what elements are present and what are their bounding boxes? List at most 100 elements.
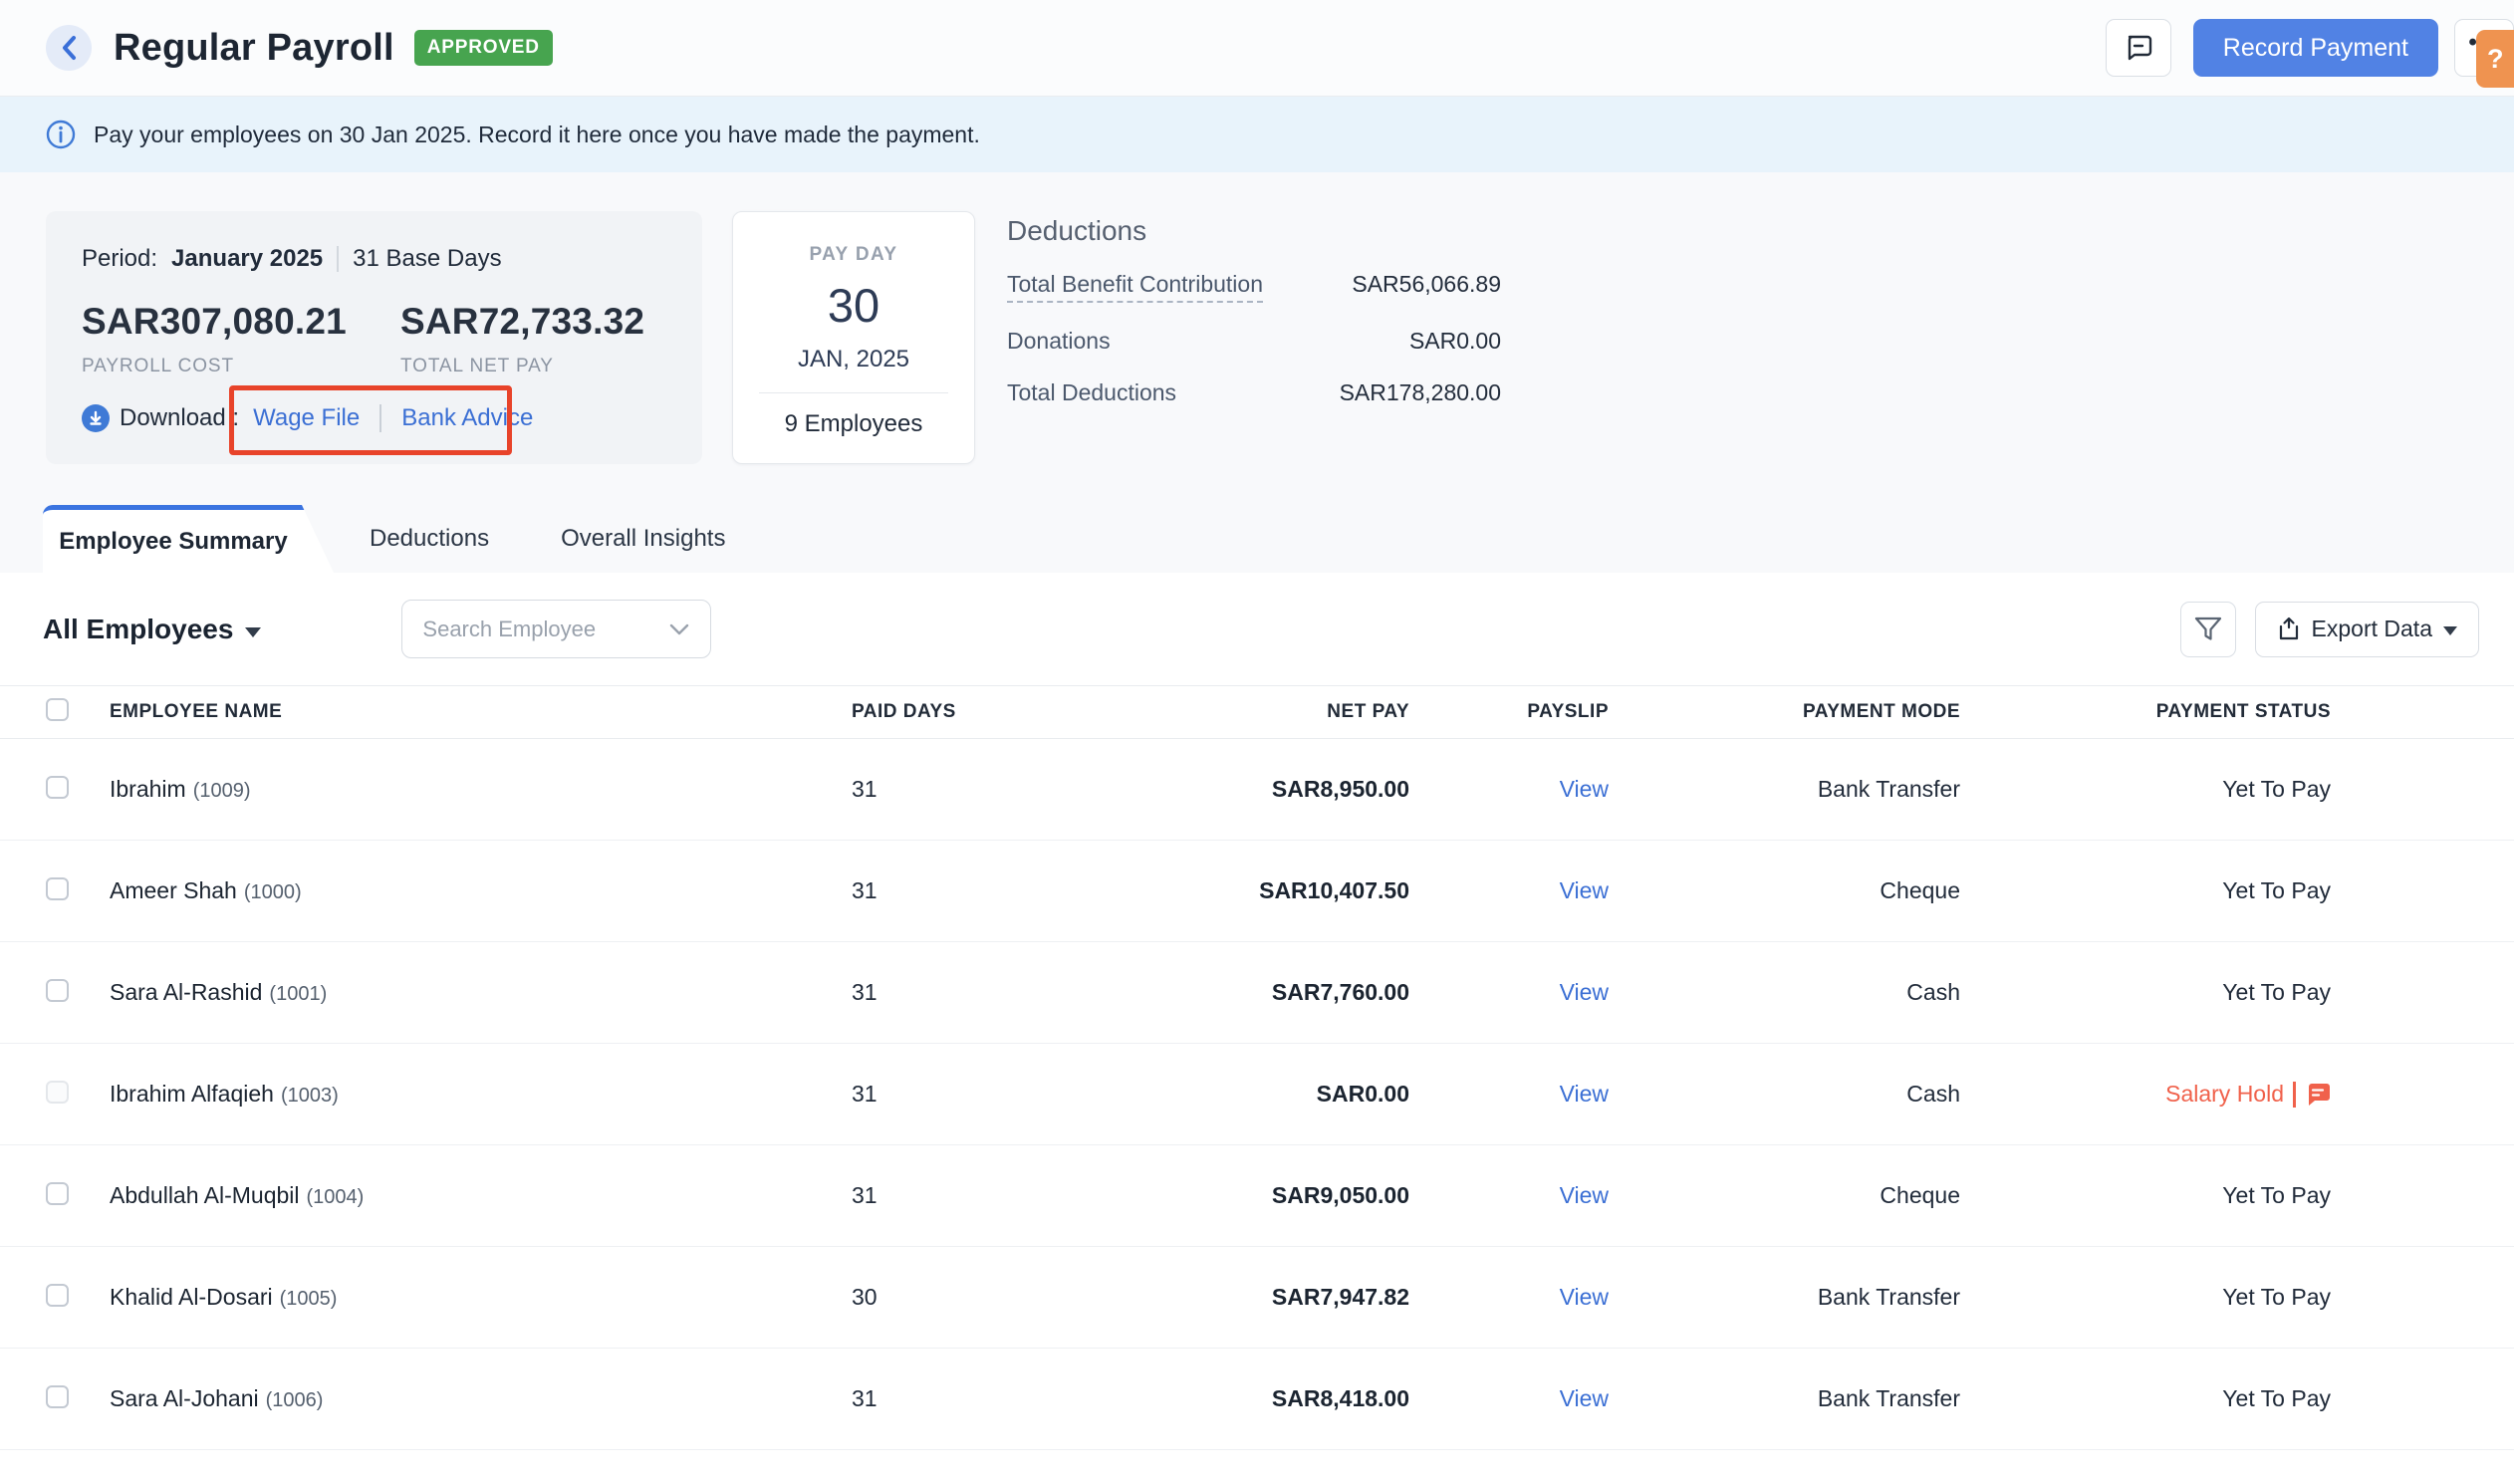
download-icon [82,404,110,432]
view-payslip-link[interactable]: View [1560,1081,1609,1107]
payday-card: PAY DAY 30 JAN, 2025 9 Employees [732,211,975,464]
help-button[interactable]: ? [2476,30,2514,88]
paid-days: 31 [852,1081,878,1107]
employee-name[interactable]: Khalid Al-Dosari [110,1284,273,1310]
bank-advice-link[interactable]: Bank Advice [401,404,533,432]
view-payslip-link[interactable]: View [1560,979,1609,1005]
employee-name[interactable]: Abdullah Al-Muqbil [110,1182,300,1208]
row-checkbox[interactable] [46,775,69,799]
salary-hold-label: Salary Hold [2165,1081,2284,1107]
base-days: 31 Base Days [353,245,502,272]
col-net-pay: NET PAY [1327,701,1409,722]
period-card: Period: January 2025 31 Base Days SAR307… [46,211,702,464]
employee-filter-dropdown[interactable]: All Employees [43,614,262,645]
download-label: Download : [120,404,240,431]
paid-days: 31 [852,776,878,802]
divider [2293,1081,2296,1108]
export-data-button[interactable]: Export Data [2254,601,2479,657]
deduction-row: Total Deductions SAR178,280.00 [1007,379,1501,406]
payment-mode: Cheque [1880,877,1960,903]
table-row: Sara Al-Johani (1006) 31 SAR8,418.00 View… [0,1349,2514,1450]
payroll-cost-label: PAYROLL COST [82,356,234,376]
col-employee-name: EMPLOYEE NAME [110,701,283,722]
payment-mode: Cheque [1880,1182,1960,1208]
net-pay: SAR7,760.00 [1271,979,1409,1005]
payday-month-year: JAN, 2025 [797,346,910,372]
view-payslip-link[interactable]: View [1560,1385,1609,1411]
paid-days: 31 [852,877,878,903]
payment-status-hold: Salary Hold [2165,1081,2331,1108]
payment-status: Yet To Pay [2222,877,2331,903]
view-payslip-link[interactable]: View [1560,776,1609,802]
salary-hold-comment-icon[interactable] [2305,1082,2331,1108]
payroll-cost-value: SAR307,080.21 [82,301,347,342]
deduction-value-total: SAR178,280.00 [1339,379,1501,405]
net-pay: SAR10,407.50 [1259,877,1409,903]
page-title: Regular Payroll [114,26,394,69]
col-payment-status: PAYMENT STATUS [2155,701,2331,722]
deduction-value-benefit: SAR56,066.89 [1352,271,1501,297]
funnel-icon [2194,617,2222,642]
row-checkbox[interactable] [46,1080,69,1104]
divider [337,246,340,272]
row-checkbox[interactable] [46,1384,69,1408]
payment-mode: Bank Transfer [1817,776,1960,802]
banner-text: Pay your employees on 30 Jan 2025. Recor… [94,121,980,147]
paid-days: 31 [852,1385,878,1411]
payment-mode: Cash [1906,979,1960,1005]
paid-days: 31 [852,1182,878,1208]
select-all-checkbox[interactable] [46,698,69,721]
table-row: Ameer Shah (1000) 31 SAR10,407.50 View Ch… [0,841,2514,942]
payment-status: Yet To Pay [2222,776,2331,802]
view-payslip-link[interactable]: View [1560,877,1609,903]
net-pay: SAR8,418.00 [1271,1385,1409,1411]
back-button[interactable] [46,25,92,71]
info-banner: Pay your employees on 30 Jan 2025. Recor… [0,97,2514,172]
deduction-label-benefit[interactable]: Total Benefit Contribution [1007,271,1263,303]
wage-file-link[interactable]: Wage File [253,404,360,432]
period-line: Period: January 2025 31 Base Days [82,245,666,273]
col-paid-days: PAID DAYS [852,701,956,722]
employee-name[interactable]: Ibrahim Alfaqieh [110,1081,274,1107]
payment-status: Yet To Pay [2222,1284,2331,1310]
employee-name[interactable]: Ibrahim [110,776,186,802]
employee-name[interactable]: Sara Al-Johani [110,1385,259,1411]
search-employee-select[interactable]: Search Employee [401,600,712,658]
export-icon [2277,617,2301,642]
comments-button[interactable] [2105,19,2171,77]
deductions-title: Deductions [1007,215,1147,246]
row-checkbox[interactable] [46,876,69,900]
tab-overall-insights[interactable]: Overall Insights [525,505,761,573]
status-badge: APPROVED [413,30,553,66]
chevron-down-icon [668,622,690,636]
employee-table: EMPLOYEE NAME PAID DAYS NET PAY PAYSLIP … [0,685,2514,1450]
employee-name[interactable]: Sara Al-Rashid [110,979,262,1005]
employee-name[interactable]: Ameer Shah [110,877,237,903]
employee-id: (1009) [192,780,251,802]
deduction-label-total: Total Deductions [1007,379,1177,405]
info-icon [46,120,76,149]
view-payslip-link[interactable]: View [1560,1182,1609,1208]
table-header-row: EMPLOYEE NAME PAID DAYS NET PAY PAYSLIP … [0,685,2514,739]
employee-id: (1004) [306,1186,365,1208]
filter-button[interactable] [2179,601,2236,657]
net-pay: SAR7,947.82 [1271,1284,1409,1310]
payday-day: 30 [827,279,880,332]
employee-id: (1001) [269,983,328,1005]
tab-deductions[interactable]: Deductions [334,505,525,573]
table-row: Khalid Al-Dosari (1005) 30 SAR7,947.82 Vi… [0,1247,2514,1349]
period-label: Period: [82,245,158,272]
view-payslip-link[interactable]: View [1560,1284,1609,1310]
deduction-label-donations: Donations [1007,328,1111,354]
col-payment-mode: PAYMENT MODE [1802,701,1960,722]
employee-id: (1000) [243,881,302,903]
row-checkbox[interactable] [46,1283,69,1307]
tab-employee-summary[interactable]: Employee Summary [43,505,334,573]
total-net-pay-value: SAR72,733.32 [400,301,645,342]
record-payment-button[interactable]: Record Payment [2192,19,2438,77]
row-checkbox[interactable] [46,978,69,1002]
row-checkbox[interactable] [46,1181,69,1205]
payment-status: Yet To Pay [2222,1182,2331,1208]
divider [379,404,382,432]
payment-mode: Bank Transfer [1817,1284,1960,1310]
